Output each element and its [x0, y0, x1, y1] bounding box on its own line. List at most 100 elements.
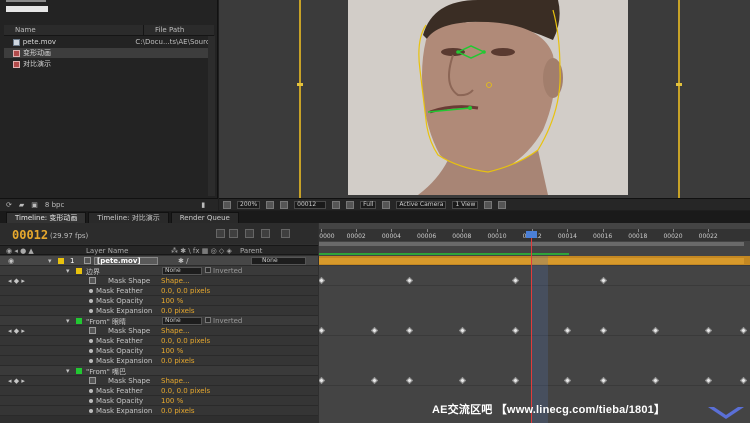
keyframe-diamond[interactable] [405, 276, 414, 285]
interpret-footage-icon[interactable]: ⟳ [6, 201, 12, 209]
property-row-mask-feather[interactable]: Mask Feather 0.0, 0.0 pixels [0, 336, 318, 346]
region-of-interest-icon[interactable] [382, 200, 391, 209]
property-row-mask-feather[interactable]: Mask Feather 0.0, 0.0 pixels [0, 286, 318, 296]
property-row-mask-opacity[interactable]: Mask Opacity 100 % [0, 396, 318, 406]
timeline-graph[interactable]: 0000000002000040000600008000100001200014… [319, 223, 750, 423]
mask-row[interactable]: ▾ "From" 嘴巴 [0, 366, 318, 376]
comp-mini-flowchart-icon[interactable] [216, 229, 225, 238]
property-value[interactable]: 100 % [161, 347, 183, 355]
shy-layers-icon[interactable] [261, 229, 270, 238]
keyframe-diamond[interactable] [740, 326, 748, 335]
keyframe-diamond[interactable] [458, 326, 466, 335]
keyframe-diamond[interactable] [319, 276, 326, 285]
stopwatch-icon[interactable] [89, 289, 93, 293]
camera-select[interactable]: Active Camera [396, 200, 447, 209]
stopwatch-icon[interactable] [89, 339, 93, 343]
keyframe-diamond[interactable] [458, 376, 466, 385]
inverted-checkbox[interactable] [205, 267, 211, 273]
tab-render-queue[interactable]: Render Queue [170, 212, 239, 223]
project-item-comp-compare[interactable]: 对比演示 [4, 59, 214, 69]
tab-timeline-morph[interactable]: Timeline: 变形动画 [6, 212, 87, 223]
keyframe-diamond[interactable] [652, 376, 660, 385]
zoom-select[interactable]: 200% [237, 200, 261, 209]
show-channel-icon[interactable] [346, 200, 355, 209]
twirl-down-icon[interactable]: ▾ [66, 267, 70, 275]
live-update-icon[interactable] [229, 229, 238, 238]
keyframe-nav-icon[interactable]: ◂ ◆ ▸ [8, 377, 25, 385]
stopwatch-icon[interactable] [89, 409, 93, 413]
property-row-mask-shape[interactable]: ◂ ◆ ▸ Mask Shape Shape... [0, 376, 318, 386]
switches-icon[interactable]: ⁂ ✱ \ fx ▦ ◎ ◇ ◈ [171, 247, 232, 255]
keyframe-diamond[interactable] [319, 376, 326, 385]
keyframe-diamond[interactable] [652, 326, 660, 335]
folder-icon[interactable]: ▰ [19, 201, 24, 209]
stopwatch-icon[interactable] [89, 309, 93, 313]
property-row-mask-opacity[interactable]: Mask Opacity 100 % [0, 346, 318, 356]
mask-visibility-icon[interactable] [280, 200, 289, 209]
keyframe-diamond[interactable] [705, 326, 713, 335]
project-item-comp-morph[interactable]: 变形动画 [4, 48, 214, 58]
keyframe-diamond[interactable] [599, 376, 607, 385]
twirl-down-icon[interactable]: ▾ [48, 257, 52, 265]
twirl-down-icon[interactable]: ▾ [66, 367, 70, 375]
fast-previews-icon[interactable] [498, 200, 507, 209]
keyframe-diamond[interactable] [599, 276, 607, 285]
guide-handle[interactable] [676, 83, 682, 86]
mask-color-swatch[interactable] [76, 368, 82, 374]
current-time-display[interactable]: 00012 [12, 228, 48, 242]
mask-row[interactable]: ▾ "From" 眼睛 None Inverted [0, 316, 318, 326]
keyframe-diamond[interactable] [511, 326, 519, 335]
guide-line-left[interactable] [299, 0, 301, 198]
new-comp-icon[interactable]: ▣ [31, 201, 38, 209]
always-preview-icon[interactable] [223, 200, 231, 209]
composition-viewer[interactable] [219, 0, 750, 198]
project-scrollbar[interactable] [208, 36, 215, 196]
keyframe-diamond[interactable] [370, 376, 378, 385]
stopwatch-icon[interactable] [89, 389, 93, 393]
property-value[interactable]: 0.0, 0.0 pixels [161, 287, 210, 295]
keyframe-nav-icon[interactable]: ◂ ◆ ▸ [8, 327, 25, 335]
property-value[interactable]: 0.0 pixels [161, 407, 195, 415]
keyframe-diamond[interactable] [511, 276, 519, 285]
mask-color-swatch[interactable] [76, 318, 82, 324]
property-value[interactable]: Shape... [161, 377, 190, 385]
keyframe-diamond[interactable] [564, 376, 572, 385]
keyframe-diamond[interactable] [599, 326, 607, 335]
keyframe-diamond[interactable] [705, 376, 713, 385]
property-value[interactable]: 100 % [161, 397, 183, 405]
mask-row[interactable]: ▾ 边界 None Inverted [0, 266, 318, 276]
keyframe-diamond[interactable] [319, 326, 326, 335]
stopwatch-icon[interactable] [89, 399, 93, 403]
mask-mode-select[interactable]: None [162, 267, 202, 275]
property-value[interactable]: 100 % [161, 297, 183, 305]
property-value[interactable]: 0.0 pixels [161, 357, 195, 365]
property-row-mask-feather[interactable]: Mask Feather 0.0, 0.0 pixels [0, 386, 318, 396]
snapshot-icon[interactable] [332, 200, 341, 209]
twirl-down-icon[interactable]: ▾ [66, 317, 70, 325]
stopwatch-icon[interactable] [89, 327, 96, 334]
guide-handle[interactable] [297, 83, 303, 86]
property-value[interactable]: Shape... [161, 277, 190, 285]
mask-mode-select[interactable]: None [162, 317, 202, 325]
layer-name[interactable]: [pete.mov] [94, 257, 158, 265]
property-row-mask-expansion[interactable]: Mask Expansion 0.0 pixels [0, 306, 318, 316]
safe-zones-icon[interactable] [266, 200, 275, 209]
layer-row[interactable]: ◉ ▾ 1 [pete.mov] ✱ / None [0, 256, 318, 266]
stopwatch-icon[interactable] [89, 359, 93, 363]
property-row-mask-expansion[interactable]: Mask Expansion 0.0 pixels [0, 356, 318, 366]
toggle-pixel-aspect-icon[interactable] [484, 200, 493, 209]
property-value[interactable]: 0.0, 0.0 pixels [161, 337, 210, 345]
stopwatch-icon[interactable] [89, 349, 93, 353]
property-row-mask-opacity[interactable]: Mask Opacity 100 % [0, 296, 318, 306]
column-name[interactable]: Name [4, 25, 144, 35]
keyframe-diamond[interactable] [370, 326, 378, 335]
layer-switches-icon[interactable]: ✱ / [178, 257, 188, 265]
column-parent[interactable]: Parent [240, 247, 262, 255]
trash-icon[interactable]: ▮ [201, 201, 205, 209]
keyframe-diamond[interactable] [740, 376, 748, 385]
tab-timeline-compare[interactable]: Timeline: 对比演示 [88, 212, 169, 223]
property-row-mask-shape[interactable]: ◂ ◆ ▸ Mask Shape Shape... [0, 276, 318, 286]
project-item-pete-mov[interactable]: pete.mov C:\Docu...ts\AE\Source [4, 37, 214, 47]
view-layout-select[interactable]: 1 View [452, 200, 479, 209]
keyframe-nav-icon[interactable]: ◂ ◆ ▸ [8, 277, 25, 285]
